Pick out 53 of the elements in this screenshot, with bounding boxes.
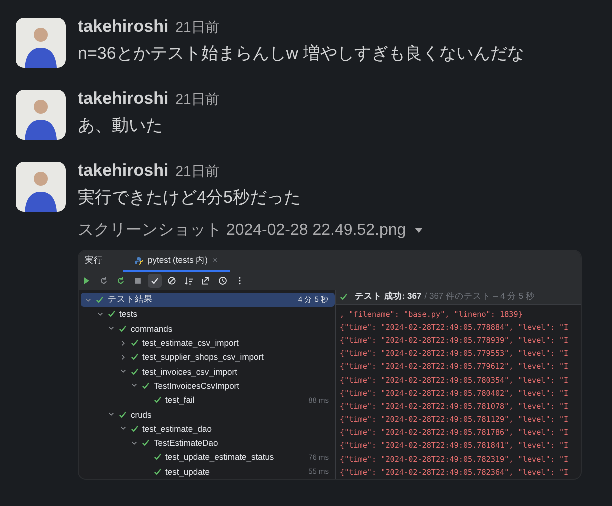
test-name: test_supplier_shops_csv_import (142, 352, 265, 362)
test-tree-item[interactable]: tests (81, 307, 335, 322)
avatar[interactable] (16, 18, 66, 68)
test-name: test_fail (166, 395, 196, 406)
tab[interactable]: 実行 (79, 251, 109, 272)
test-tree-item[interactable]: test_supplier_shops_csv_import (81, 350, 335, 364)
history-button[interactable] (216, 274, 230, 288)
play-icon (82, 276, 92, 286)
test-name: commands (131, 324, 174, 334)
test-name: test_estimate_dao (142, 424, 213, 434)
avatar[interactable] (16, 162, 66, 212)
show-passed-button[interactable] (148, 274, 162, 288)
test-status: テスト 成功: 367 (355, 290, 422, 303)
caret-icon[interactable] (414, 227, 424, 234)
refresh-icon (116, 276, 126, 286)
check-icon (340, 292, 348, 301)
user-name[interactable]: takehiroshi (78, 161, 169, 181)
refresh-icon (99, 276, 109, 286)
cancel-icon (167, 276, 177, 286)
test-tree-item[interactable]: cruds (81, 407, 335, 422)
message-text: 実行できたけど4分5秒だった (78, 187, 302, 209)
test-name: TestEstimateDao (154, 438, 220, 448)
test-name: テスト結果 (108, 294, 154, 306)
sort-icon (184, 276, 194, 286)
test-summary: / 367 件のテスト – 4 分 5 秒 (424, 290, 536, 303)
test-tree-item[interactable]: test_estimate_csv_import (81, 336, 335, 350)
screenshot-image[interactable] (78, 250, 582, 480)
test-name: TestInvoicesCsvImport (154, 380, 240, 391)
attachment-title[interactable]: スクリーンショット 2024-02-28 22.49.52.png (78, 220, 406, 241)
test-name: tests (120, 309, 138, 320)
test-tree-item[interactable]: TestEstimateDao (81, 436, 335, 450)
test-tree-item[interactable]: test_invoices_csv_import (81, 364, 335, 379)
test-name: test_update (166, 466, 211, 477)
message-text: n=36とかテスト始まらんしw 増やしすぎも良くないんだな (78, 43, 526, 65)
stop-icon (133, 276, 143, 286)
test-tree-item[interactable]: TestInvoicesCsvImport (81, 378, 335, 394)
avatar[interactable] (16, 90, 66, 140)
import-icon (201, 276, 211, 286)
check-icon (150, 276, 160, 286)
test-tree-item[interactable]: commands (81, 322, 335, 336)
test-name: test_invoices_csv_import (142, 366, 238, 377)
timestamp[interactable]: 21日前 (176, 163, 220, 181)
test-name: test_estimate_csv_import (142, 338, 240, 348)
message-text: あ、動いた (78, 115, 164, 137)
clock-icon (218, 276, 228, 286)
test-name: cruds (131, 410, 153, 420)
user-name[interactable]: takehiroshi (78, 17, 169, 37)
user-name[interactable]: takehiroshi (78, 89, 169, 109)
timestamp[interactable]: 21日前 (176, 19, 220, 37)
test-tree-item[interactable]: test_estimate_dao (81, 422, 335, 436)
timestamp[interactable]: 21日前 (176, 91, 220, 109)
python-icon (135, 256, 143, 264)
test-name: test_update_estimate_status (166, 452, 276, 462)
